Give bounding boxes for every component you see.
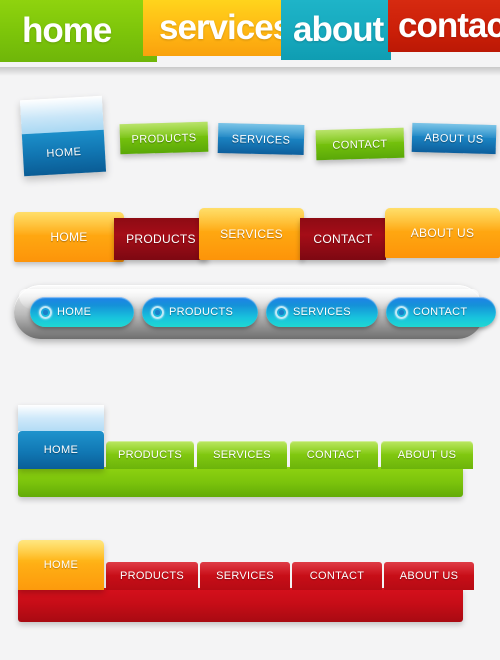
glossy-button-contact[interactable]: CONTACT	[315, 127, 405, 161]
silver-pill-nav: HOME PRODUCTS SERVICES CONTACT	[14, 285, 496, 339]
orange-tab-services[interactable]: SERVICES	[199, 208, 304, 260]
globe-icon	[39, 305, 52, 319]
green-home-tab-label: HOME	[18, 430, 104, 469]
pill-button-products[interactable]: PRODUCTS	[142, 297, 258, 327]
green-bar-background	[18, 467, 463, 497]
globe-icon	[275, 305, 288, 319]
glossy-button-services[interactable]: SERVICES	[217, 122, 305, 156]
orange-tab-products-label: PRODUCTS	[126, 232, 196, 246]
pill-contact-label: CONTACT	[413, 306, 468, 318]
banner-services-label: services	[159, 8, 292, 47]
red-tab-about-us[interactable]: ABOUT US	[384, 562, 474, 590]
red-home-tab-label: HOME	[43, 559, 79, 571]
red-tab-products[interactable]: PRODUCTS	[106, 562, 198, 590]
pill-services-label: SERVICES	[293, 306, 351, 318]
glossy-button-about-us[interactable]: ABOUT US	[411, 122, 497, 155]
green-about-label: ABOUT US	[397, 449, 457, 461]
red-bar-nav: PRODUCTS SERVICES CONTACT ABOUT US HOME	[0, 540, 500, 622]
red-nav-home-tab[interactable]: HOME	[18, 540, 104, 590]
orange-tab-home[interactable]: HOME	[14, 212, 124, 262]
orange-tab-contact[interactable]: CONTACT	[300, 218, 386, 260]
red-tab-contact[interactable]: CONTACT	[292, 562, 382, 590]
orange-tab-services-label: SERVICES	[220, 227, 283, 241]
red-services-label: SERVICES	[216, 570, 274, 582]
red-tab-services[interactable]: SERVICES	[200, 562, 290, 590]
green-nav-home-tab[interactable]: HOME	[18, 405, 104, 469]
green-tab-about-us[interactable]: ABOUT US	[381, 441, 473, 469]
orange-tab-about-us[interactable]: ABOUT US	[385, 208, 500, 258]
red-about-label: ABOUT US	[399, 570, 459, 582]
color-banner-nav: home services about contact	[0, 0, 500, 72]
glossy-button-products[interactable]: PRODUCTS	[119, 121, 209, 155]
banner-item-about[interactable]: about	[281, 0, 391, 60]
red-bar-background	[18, 588, 463, 622]
green-products-label: PRODUCTS	[117, 449, 183, 461]
banner-drop-shadow	[0, 67, 500, 76]
red-contact-label: CONTACT	[309, 570, 365, 582]
green-bar-nav: PRODUCTS SERVICES CONTACT ABOUT US HOME	[0, 405, 500, 497]
orange-tab-products[interactable]: PRODUCTS	[114, 218, 208, 260]
green-tab-services[interactable]: SERVICES	[197, 441, 287, 469]
green-tab-contact[interactable]: CONTACT	[290, 441, 378, 469]
glossy-home-tab-label: HOME	[21, 129, 107, 177]
pill-button-services[interactable]: SERVICES	[266, 297, 378, 327]
banner-item-services[interactable]: services	[143, 0, 292, 56]
globe-icon	[395, 305, 408, 319]
green-tab-products[interactable]: PRODUCTS	[106, 441, 194, 469]
pill-products-label: PRODUCTS	[169, 306, 234, 318]
glossy-services-label: SERVICES	[231, 133, 291, 147]
green-contact-label: CONTACT	[306, 449, 362, 461]
banner-contact-label: contact	[398, 6, 500, 45]
orange-tab-home-label: HOME	[50, 230, 88, 244]
glossy-home-tab-top	[19, 95, 104, 135]
glossy-products-label: PRODUCTS	[131, 132, 197, 146]
orange-tab-about-label: ABOUT US	[410, 226, 475, 240]
glossy-contact-label: CONTACT	[332, 138, 388, 152]
navigation-templates-sheet: home services about contact HOME PRODUCT…	[0, 0, 500, 660]
pill-button-home[interactable]: HOME	[30, 297, 134, 327]
glossy-about-label: ABOUT US	[424, 132, 484, 146]
pill-button-contact[interactable]: CONTACT	[386, 297, 496, 327]
pill-home-label: HOME	[57, 306, 92, 318]
orange-red-tab-nav: HOME PRODUCTS SERVICES CONTACT ABOUT US	[0, 200, 500, 262]
banner-home-label: home	[22, 11, 112, 50]
globe-icon	[151, 305, 164, 319]
red-products-label: PRODUCTS	[119, 570, 185, 582]
glossy-buttons-nav: HOME PRODUCTS SERVICES CONTACT ABOUT US	[0, 95, 500, 178]
orange-tab-contact-label: CONTACT	[313, 232, 373, 246]
green-home-tab-top	[18, 405, 104, 431]
banner-about-label: about	[293, 10, 384, 49]
banner-item-home[interactable]: home	[0, 0, 157, 62]
banner-item-contact[interactable]: contact	[388, 0, 500, 52]
glossy-home-tab[interactable]: HOME	[19, 95, 107, 177]
green-services-label: SERVICES	[213, 449, 271, 461]
